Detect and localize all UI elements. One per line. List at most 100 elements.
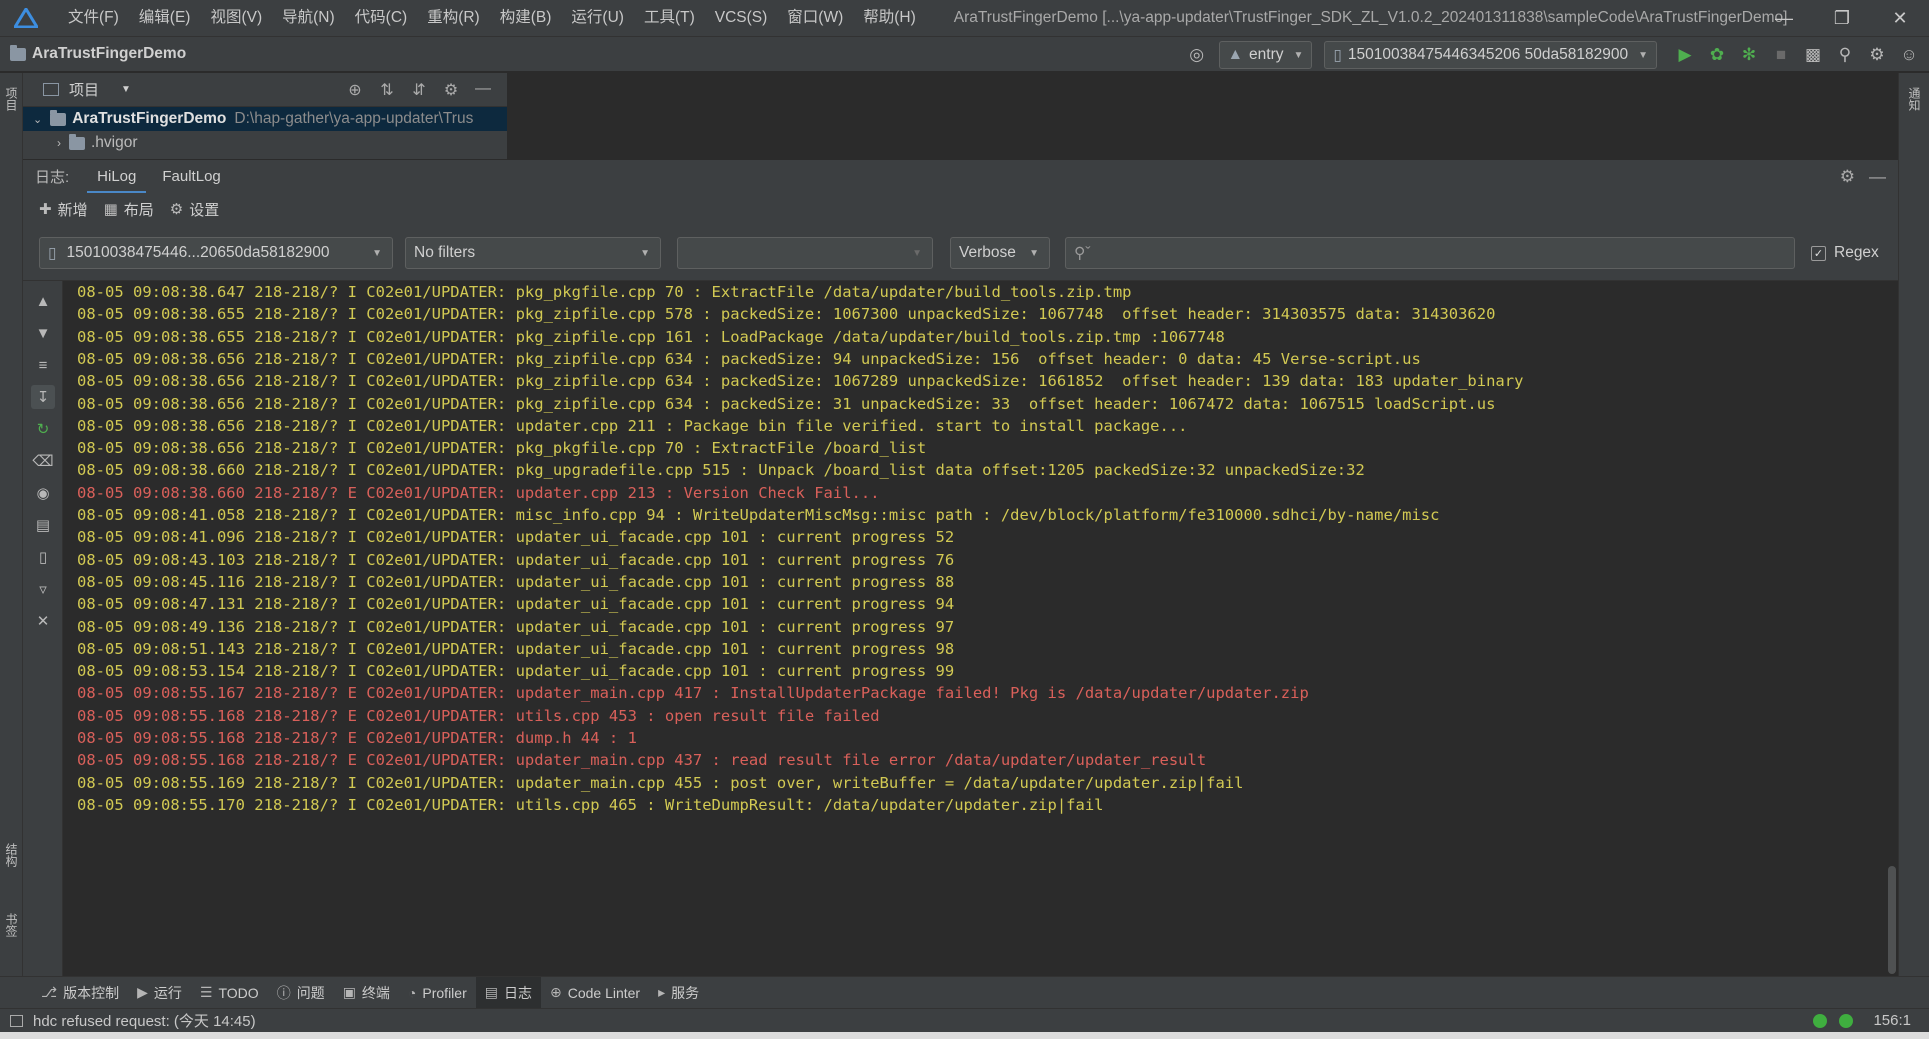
search-icon[interactable]: ⚲ [1829,39,1861,71]
stop-icon[interactable]: ■ [1765,39,1797,71]
module-config-icon: ▲ [1227,46,1244,63]
tree-row-root[interactable]: ⌄ AraTrustFingerDemo D:\hap-gather\ya-ap… [23,107,507,131]
menu-code[interactable]: 代码(C) [345,0,418,36]
navigation-bar: AraTrustFingerDemo ◎ ▲ entry ▼ ▯ 1501003… [0,36,1929,72]
services-icon: ▸ [658,984,666,1000]
menu-refactor[interactable]: 重构(R) [417,0,490,36]
debug-icon[interactable]: ✿ [1701,39,1733,71]
folder-icon [50,109,67,126]
tree-row-hvigor[interactable]: › .hvigor [23,131,507,155]
camera-icon[interactable]: ◉ [31,481,55,505]
stripe-tab-notifications[interactable]: 通知 [1905,87,1923,111]
hide-icon[interactable]: — [469,80,497,100]
scroll-down-icon[interactable]: ▼ [31,321,55,345]
menu-build[interactable]: 构建(B) [490,0,562,36]
minimize-icon[interactable]: — [1755,0,1813,36]
stripe-tab-project[interactable]: 项目 [2,87,20,111]
menu-file[interactable]: 文件(F) [58,0,129,36]
target-icon[interactable]: ◎ [1181,39,1213,71]
tool-window-button[interactable]: ⊕ Code Linter [541,977,649,1009]
caret-position[interactable]: 156:1 [1873,1012,1911,1029]
close-icon[interactable]: ✕ [31,609,55,633]
status-ok-icon[interactable] [1813,1013,1828,1028]
restore-icon[interactable]: ❐ [1813,0,1871,36]
device-selector[interactable]: ▯ 15010038475446345206 50da58182900 ▼ [1324,41,1657,69]
breadcrumb[interactable]: AraTrustFingerDemo [10,44,186,63]
tool-window-button[interactable]: ▣ 终端 [334,977,399,1009]
chevron-down-icon[interactable]: ⌄ [33,113,42,126]
log-level-value: Verbose [959,244,1016,261]
tool-window-button[interactable]: ⎇ 版本控制 [32,977,128,1009]
phone-icon: ▯ [1333,46,1342,64]
status-ok-icon[interactable] [1839,1013,1854,1028]
chevron-right-icon[interactable]: › [57,136,61,150]
filter-preset-select[interactable]: No filters ▼ [405,237,661,269]
menu-edit[interactable]: 编辑(E) [129,0,201,36]
save-icon[interactable]: ▤ [31,513,55,537]
tab-hilog[interactable]: HiLog [87,160,147,194]
log-output[interactable]: 08-05 09:08:38.647 218-218/? I C02e01/UP… [63,281,1886,976]
tab-faultlog[interactable]: FaultLog [152,160,230,194]
scroll-to-end-icon[interactable]: ↧ [31,385,55,409]
log-level-select[interactable]: Verbose ▼ [950,237,1050,269]
chevron-down-icon: ▼ [1293,49,1304,61]
tree-root-path: D:\hap-gather\ya-app-updater\Trus [234,110,474,127]
tool-window-button[interactable]: ▤ 日志 [475,976,541,1009]
log-line: 08-05 09:08:55.170 218-218/? I C02e01/UP… [77,795,1104,814]
log-scrollbar[interactable] [1886,281,1898,976]
close-icon[interactable]: ✕ [1871,0,1929,36]
settings-button[interactable]: ⚙ 设置 [170,199,219,220]
filter-icon[interactable]: ▿ [31,577,55,601]
status-message[interactable]: hdc refused request: (今天 14:45) [33,1010,256,1031]
tree-root-name: AraTrustFingerDemo [72,110,227,127]
run-config-selector[interactable]: ▲ entry ▼ [1218,41,1313,69]
log-line: 08-05 09:08:38.660 218-218/? E C02e01/UP… [77,483,880,502]
collapse-all-icon[interactable]: ⇵ [405,80,433,100]
stripe-tab-bookmarks[interactable]: 书签 [2,913,20,937]
layout-button[interactable]: ▦ 布局 [104,199,154,220]
gear-icon[interactable]: ⚙ [437,80,465,100]
run-icon[interactable]: ▶ [1669,39,1701,71]
status-panel-icon[interactable] [10,1014,23,1027]
project-view-selector[interactable]: 项目 ▼ [43,79,131,100]
account-icon[interactable]: ☺ [1893,39,1925,71]
menu-help[interactable]: 帮助(H) [853,0,926,36]
menu-vcs[interactable]: VCS(S) [705,0,778,36]
checkbox-checked-icon[interactable]: ✓ [1811,245,1826,261]
hide-icon[interactable]: — [1869,167,1886,187]
soft-wrap-icon[interactable]: ≡ [31,353,55,377]
menu-tools[interactable]: 工具(T) [634,0,705,36]
menu-view[interactable]: 视图(V) [200,0,272,36]
gear-icon[interactable]: ⚙ [1861,39,1893,71]
expand-all-icon[interactable]: ⇅ [373,80,401,100]
restart-icon[interactable]: ↻ [31,417,55,441]
menu-window[interactable]: 窗口(W) [777,0,853,36]
scrollbar-thumb[interactable] [1888,866,1896,974]
stripe-tab-structure[interactable]: 结构 [2,843,20,867]
scroll-up-icon[interactable]: ▲ [31,289,55,313]
project-panel-header: 项目 ▼ ⊕ ⇅ ⇵ ⚙ — [23,73,507,107]
taskbar-strip [0,1032,1929,1039]
menu-run[interactable]: 运行(U) [561,0,634,36]
device-manager-icon[interactable]: ▩ [1797,39,1829,71]
chevron-down-icon: ▼ [1029,247,1039,259]
regex-toggle[interactable]: ✓ Regex [1811,237,1879,269]
project-panel-actions: ⊕ ⇅ ⇵ ⚙ — [341,80,497,100]
gear-icon[interactable]: ⚙ [1840,167,1855,187]
tool-window-button[interactable]: ▸ 服务 [649,977,708,1009]
tool-window-label: 日志 [503,984,532,1001]
trash-icon[interactable]: ⌫ [31,449,55,473]
tool-window-button[interactable]: ▶ 运行 [128,977,191,1009]
editor-area [507,73,1898,159]
tool-window-button[interactable]: ⓘ 问题 [268,977,334,1009]
add-button[interactable]: ✚ 新增 [39,199,88,220]
process-filter-select[interactable]: ▼ [677,237,933,269]
device-filter-select[interactable]: ▯ 15010038475446...20650da58182900 ▼ [39,237,393,269]
tool-window-button[interactable]: ◔ Profiler [399,977,476,1009]
log-search-input[interactable]: ⚲ˇ [1065,237,1795,269]
menu-navigate[interactable]: 导航(N) [272,0,345,36]
locate-icon[interactable]: ⊕ [341,80,369,100]
attach-debugger-icon[interactable]: ✻ [1733,39,1765,71]
device-icon[interactable]: ▯ [31,545,55,569]
tool-window-button[interactable]: ☰ TODO [191,977,268,1009]
